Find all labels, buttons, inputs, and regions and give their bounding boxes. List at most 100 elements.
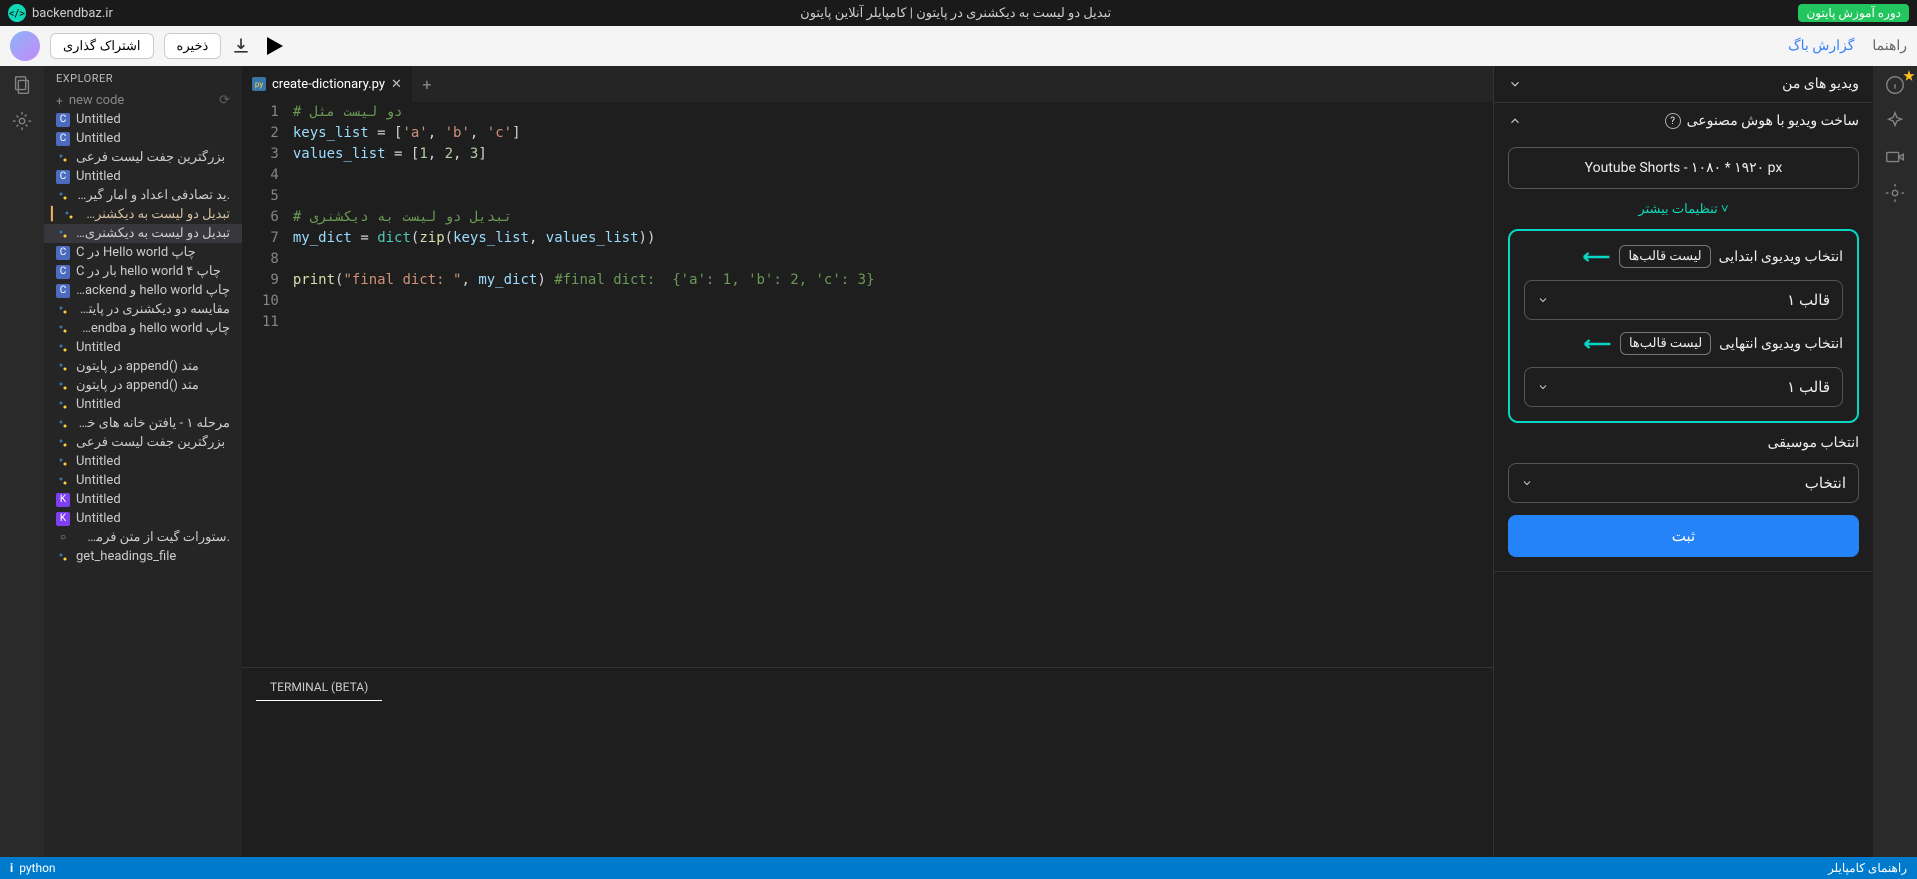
intro-template-value: قالب ۱ <box>1787 291 1830 309</box>
py-file-icon <box>56 189 70 203</box>
chevron-down-icon <box>1521 477 1533 489</box>
file-item[interactable]: چاپ hello world و backendba <box>44 319 242 338</box>
file-item[interactable]: Cچاپ hello world و backend ر <box>44 281 242 300</box>
c-file-icon: C <box>56 246 70 260</box>
file-item[interactable]: مقایسه دو دیکشنری در پایتون <box>44 300 242 319</box>
py-file-icon <box>56 474 70 488</box>
py-file-icon <box>56 341 70 355</box>
new-code-button[interactable]: + new code ⟳ <box>44 91 242 110</box>
report-bug-link[interactable]: گزارش باگ <box>1788 38 1854 54</box>
file-item[interactable]: KUntitled <box>44 509 242 528</box>
file-label: چاپ hello world ۴ بار در C <box>76 264 221 279</box>
file-label: بزرگترین جفت لیست فرعی <box>76 435 225 450</box>
file-item[interactable]: متد ()append در پایتون <box>44 357 242 376</box>
music-select-value: انتخاب <box>1805 474 1846 492</box>
k-file-icon: K <box>56 493 70 507</box>
my-videos-header[interactable]: ویدیو های من <box>1494 66 1873 102</box>
file-item[interactable]: بزرگترین جفت لیست فرعی <box>44 433 242 452</box>
file-item[interactable]: get_headings_file <box>44 547 242 566</box>
templates-list-button-outro[interactable]: لیست قالب‌ها <box>1620 332 1711 355</box>
file-item[interactable]: Cچاپ Hello world در C <box>44 243 242 262</box>
arrow-annotation-icon <box>1579 250 1611 264</box>
submit-button[interactable]: ثبت <box>1508 515 1859 557</box>
py-file-icon <box>56 436 70 450</box>
file-item[interactable]: CUntitled <box>44 129 242 148</box>
music-select[interactable]: انتخاب <box>1508 463 1859 503</box>
terminal[interactable]: TERMINAL (BETA) <box>242 667 1493 857</box>
gear-icon[interactable] <box>11 110 33 132</box>
file-item[interactable]: تبدیل دو لیست به دیکشنری در پایتون <box>44 224 242 243</box>
file-item[interactable]: بزرگترین جفت لیست فرعی <box>44 148 242 167</box>
outro-template-select[interactable]: قالب ۱ <box>1524 367 1843 407</box>
py-file-icon <box>56 227 70 241</box>
templates-list-button-intro[interactable]: لیست قالب‌ها <box>1619 245 1710 268</box>
gear-icon[interactable] <box>1884 182 1906 204</box>
file-label: Untitled <box>76 397 121 412</box>
activitybar-right <box>1873 66 1917 857</box>
right-panel: ویدیو های من ساخت ویدیو با هوش مصنوعی ? … <box>1493 66 1873 857</box>
file-label: Untitled <box>76 112 121 127</box>
c-file-icon: C <box>56 170 70 184</box>
file-label: متد ()append در پایتون <box>76 359 199 374</box>
help-circle-icon[interactable]: ? <box>1665 113 1681 129</box>
file-item[interactable]: C چاپ hello world ۴ بار در C <box>44 262 242 281</box>
file-item[interactable]: CUntitled <box>44 167 242 186</box>
preset-box[interactable]: Youtube Shorts - ۱۰۸۰ * ۱۹۲۰ px <box>1508 147 1859 189</box>
tab-active[interactable]: py create-dictionary.py ✕ <box>242 66 412 102</box>
share-button[interactable]: اشتراک گذاری <box>50 33 154 59</box>
intro-template-select[interactable]: قالب ۱ <box>1524 280 1843 320</box>
outro-video-row: انتخاب ویدیوی انتهایی لیست قالب‌ها <box>1524 332 1843 355</box>
save-button[interactable]: ذخیره <box>164 33 222 59</box>
toolbar: اشتراک گذاری ذخیره راهنما گزارش باگ <box>0 26 1917 66</box>
activitybar-left <box>0 66 44 857</box>
files-icon[interactable] <box>11 74 33 96</box>
file-item[interactable]: Untitled <box>44 338 242 357</box>
tab-filename: create-dictionary.py <box>272 77 385 92</box>
explorer: EXPLORER + new code ⟳ CUntitledCUntitled… <box>44 66 242 857</box>
file-label: مقایسه دو دیکشنری در پایتون <box>76 302 230 317</box>
file-label: مرحله ۱ - یافتن خانه های خالی <box>76 416 230 431</box>
file-item[interactable]: مرحله ۱ - یافتن خانه های خالی <box>44 414 242 433</box>
course-button[interactable]: دوره آموزش پایتون <box>1798 4 1909 22</box>
py-file-icon <box>56 398 70 412</box>
file-item[interactable]: Untitled <box>44 452 242 471</box>
info-icon[interactable] <box>1884 74 1906 96</box>
more-settings-link[interactable]: تنظیمات بیشتر <box>1508 201 1859 217</box>
file-item[interactable]: ○.ستورات گیت از متن فرمت شده <box>44 528 242 547</box>
video-icon[interactable] <box>1884 146 1906 168</box>
file-item[interactable]: Untitled <box>44 471 242 490</box>
outro-label: انتخاب ویدیوی انتهایی <box>1719 336 1843 352</box>
compiler-guide-link[interactable]: راهنمای کامپایلر <box>1828 861 1907 875</box>
file-label: get_headings_file <box>76 549 176 564</box>
outro-template-value: قالب ۱ <box>1787 378 1830 396</box>
file-label: .ستورات گیت از متن فرمت شده <box>76 530 230 545</box>
file-item[interactable]: تبدیل دو لیست به دیکشنری در <box>44 205 242 224</box>
avatar[interactable] <box>10 31 40 61</box>
close-tab-icon[interactable]: ✕ <box>391 77 402 92</box>
file-item[interactable]: Untitled <box>44 395 242 414</box>
file-label: Untitled <box>76 473 121 488</box>
help-link[interactable]: راهنما <box>1872 38 1907 54</box>
code-editor[interactable]: 1234567891011 # دو لیست مثلkeys_list = [… <box>242 102 1493 667</box>
chevron-down-icon <box>1537 294 1549 306</box>
chevron-down-icon <box>1537 381 1549 393</box>
status-language[interactable]: python <box>19 861 55 875</box>
c-file-icon: C <box>56 265 70 279</box>
file-label: Untitled <box>76 492 121 507</box>
download-icon[interactable] <box>231 36 251 56</box>
file-item[interactable]: CUntitled <box>44 110 242 129</box>
py-file-icon <box>56 303 70 317</box>
run-button[interactable] <box>267 37 283 55</box>
refresh-icon[interactable]: ⟳ <box>219 93 230 108</box>
sparkle-icon[interactable] <box>1884 110 1906 132</box>
intro-label: انتخاب ویدیوی ابتدایی <box>1719 249 1843 265</box>
file-item[interactable]: K Untitled <box>44 490 242 509</box>
add-tab-button[interactable]: + <box>412 66 442 102</box>
arrow-annotation-icon <box>1580 337 1612 351</box>
logo-icon[interactable]: </> <box>8 4 26 22</box>
ai-video-header[interactable]: ساخت ویدیو با هوش مصنوعی ? <box>1494 103 1873 139</box>
file-item[interactable]: متد ()append در پایتون <box>44 376 242 395</box>
c-file-icon: C <box>56 284 70 298</box>
explorer-title: EXPLORER <box>44 66 242 91</box>
file-item[interactable]: .ید تصادفی اعداد و آمار گیری در <box>44 186 242 205</box>
